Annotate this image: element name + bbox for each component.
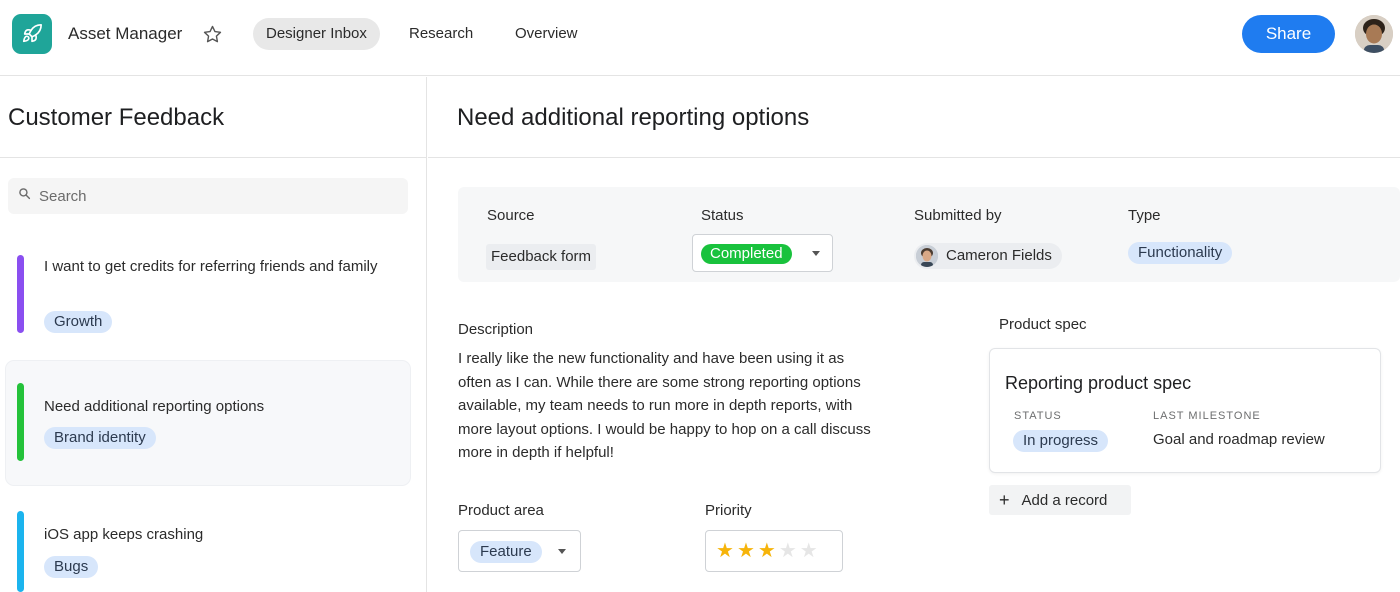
metadata-panel: Source Status Submitted by Type Feedback… [458, 187, 1400, 282]
list-item[interactable]: Need additional reporting options Brand … [6, 361, 410, 485]
spec-milestone-label: LAST MILESTONE [1153, 410, 1261, 422]
product-area-pill: Feature [470, 541, 542, 563]
category-color-bar [17, 383, 24, 461]
list-item[interactable]: I want to get credits for referring frie… [6, 249, 410, 341]
search-icon [18, 187, 31, 205]
spec-status-badge: In progress [1013, 430, 1109, 452]
category-color-bar [17, 255, 24, 333]
list-item-title: I want to get credits for referring frie… [44, 258, 378, 275]
star-empty-icon[interactable]: ★ [779, 541, 797, 561]
chevron-down-icon [812, 251, 820, 256]
add-record-label: Add a record [1021, 491, 1108, 509]
priority-label: Priority [705, 502, 752, 519]
feedback-list-panel: Customer Feedback I want to get credits … [0, 77, 427, 592]
submitter-chip[interactable]: Cameron Fields [914, 243, 1062, 269]
tab-overview[interactable]: Overview [502, 18, 591, 50]
chevron-down-icon [558, 549, 566, 554]
plus-icon: + [999, 490, 1010, 510]
spec-title: Reporting product spec [1005, 373, 1192, 393]
description-text: I really like the new functionality and … [458, 350, 871, 461]
status-dropdown[interactable]: Completed [692, 234, 833, 272]
type-label: Type [1128, 207, 1161, 224]
product-spec-label: Product spec [999, 316, 1087, 333]
divider [428, 157, 1400, 158]
top-bar: Asset Manager Designer Inbox Research Ov… [0, 0, 1400, 76]
tag-pill: Brand identity [44, 427, 156, 449]
star-filled-icon[interactable]: ★ [737, 541, 755, 561]
user-avatar[interactable] [1355, 15, 1393, 53]
search-box[interactable] [8, 178, 408, 214]
star-empty-icon[interactable]: ★ [800, 541, 818, 561]
spec-milestone-value: Goal and roadmap review [1153, 431, 1325, 448]
tag-pill: Growth [44, 311, 113, 333]
search-input[interactable] [39, 187, 379, 205]
submitted-by-label: Submitted by [914, 207, 1002, 224]
list-item[interactable]: iOS app keeps crashing Bugs [6, 505, 410, 592]
source-label: Source [487, 207, 535, 224]
list-item-title: Need additional reporting options [44, 398, 265, 415]
source-value[interactable]: Feedback form [486, 244, 597, 270]
star-filled-icon[interactable]: ★ [758, 541, 776, 561]
status-label: Status [701, 207, 744, 224]
product-area-label: Product area [458, 502, 544, 519]
priority-rating[interactable]: ★ ★ ★ ★ ★ [705, 530, 843, 572]
tag-pill: Bugs [44, 556, 99, 578]
status-badge: Completed [701, 244, 792, 264]
submitter-avatar [916, 245, 938, 267]
product-area-dropdown[interactable]: Feature [458, 530, 581, 572]
description-label: Description [458, 321, 534, 338]
spec-status-label: STATUS [1014, 410, 1062, 422]
tab-research[interactable]: Research [396, 18, 486, 50]
rocket-icon[interactable] [12, 14, 52, 54]
product-spec-card[interactable]: Reporting product spec STATUS LAST MILES… [989, 348, 1381, 473]
share-button[interactable]: Share [1242, 15, 1335, 53]
panel-title: Customer Feedback [8, 104, 225, 131]
tab-designer-inbox[interactable]: Designer Inbox [253, 18, 380, 50]
star-filled-icon[interactable]: ★ [716, 541, 734, 561]
app-name: Asset Manager [68, 24, 183, 43]
type-pill[interactable]: Functionality [1128, 242, 1233, 264]
submitter-name: Cameron Fields [946, 247, 1052, 264]
category-color-bar [17, 511, 24, 592]
add-record-button[interactable]: + Add a record [989, 485, 1131, 515]
divider [0, 157, 427, 158]
list-item-title: iOS app keeps crashing [44, 526, 204, 543]
detail-title: Need additional reporting options [457, 104, 810, 131]
star-icon[interactable] [200, 22, 224, 46]
